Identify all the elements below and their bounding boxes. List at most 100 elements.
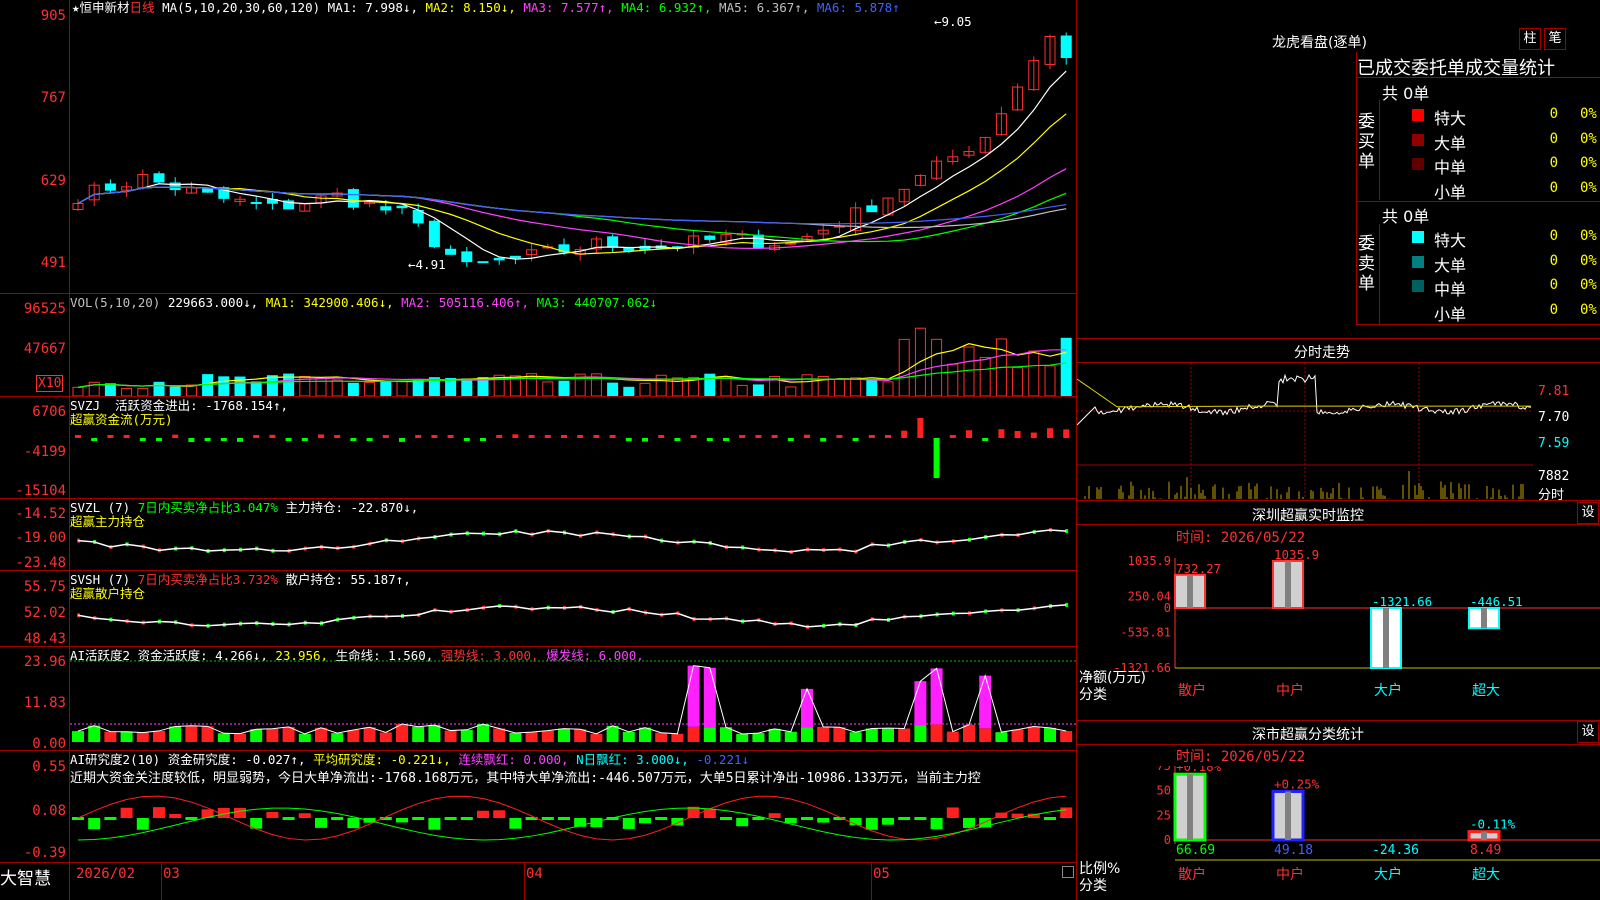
activity-bar: [590, 733, 603, 742]
volume-bar: [153, 381, 165, 396]
monitor-bar-chart[interactable]: 1035.9250.040-535.81-1321.66732.27散户1035…: [1077, 548, 1600, 700]
activity-bar: [234, 733, 246, 742]
monitor-settings-button[interactable]: 设: [1577, 502, 1599, 524]
volume-bar: [947, 363, 959, 396]
cls-axis-label: 50: [1157, 784, 1171, 798]
volume-bar: [542, 381, 554, 396]
order-size: 大单: [1434, 133, 1467, 153]
activity-bar: [784, 731, 797, 742]
activity-bar: [833, 727, 846, 742]
svzl-chart[interactable]: [70, 500, 1076, 570]
bar-shade: [1481, 831, 1487, 840]
activity-bar: [687, 726, 700, 742]
tick-mode-button[interactable]: 笔: [1544, 28, 1566, 50]
activity-bar: [1060, 731, 1073, 742]
flow-bar: [123, 434, 130, 438]
monitor-value: 732.27: [1176, 561, 1221, 576]
candlestick-chart[interactable]: [70, 16, 1076, 292]
activity-bar: [428, 725, 441, 742]
svzl-axis: -23.48: [15, 555, 66, 571]
flow-bar: [139, 438, 146, 442]
svzj-chart[interactable]: [70, 398, 1076, 498]
activity-bar: [477, 724, 489, 742]
bar-mode-button[interactable]: 柱: [1519, 28, 1541, 50]
bar-shade: [1383, 608, 1389, 668]
flow-bar: [220, 438, 227, 441]
volume-bar: [963, 346, 975, 396]
monitor-title: 深圳超赢实时监控: [1252, 508, 1364, 524]
ma-label-5: MA5: 6.367↑,: [711, 0, 810, 15]
volume-bar: [364, 381, 376, 396]
ai1-axis: 23.96: [23, 654, 66, 670]
monitor-xlabel: 分类: [1079, 687, 1107, 703]
flow-bar: [512, 434, 519, 438]
activity-bar: [412, 726, 425, 742]
research-bar: [444, 817, 457, 820]
ma-label-4: MA4: 6.932↑,: [613, 0, 712, 15]
activity-bar: [169, 726, 182, 742]
svsh-axis: 52.02: [23, 605, 66, 621]
order-pct: 0%: [1580, 155, 1597, 171]
period-label[interactable]: 日线: [130, 0, 155, 15]
order-count: 0: [1549, 106, 1558, 122]
research-bar: [558, 817, 570, 820]
activity-bar: [1044, 727, 1056, 742]
activity-bar: [266, 728, 279, 742]
vol-ma-values: MA1: 342900.406↓, MA2: 505116.406↑, MA3:…: [266, 295, 657, 310]
price-axis-label: 767: [40, 90, 66, 106]
price-axis-label: 491: [40, 255, 66, 271]
research-bar: [541, 817, 554, 820]
intraday-chart[interactable]: [1077, 363, 1533, 499]
volume-chart[interactable]: [70, 316, 1076, 396]
lock-icon[interactable]: [1062, 866, 1074, 878]
flow-bar: [1047, 428, 1053, 438]
buy-row: 大单 0 0%: [1408, 128, 1600, 153]
research-bar: [509, 818, 522, 829]
research-bar: [946, 807, 959, 818]
flow-bar: [156, 438, 162, 441]
fenshi-title: 分时走势: [1294, 345, 1350, 361]
candle: [866, 205, 878, 213]
activity-bar: [509, 732, 522, 742]
flow-bar: [787, 438, 794, 441]
cls-change: +0.25%: [1274, 776, 1320, 791]
activity-bar: [914, 725, 927, 742]
class-bar-chart[interactable]: 75 50 25 0 +0.18% 66.69 散户 +0.25% 49.18 中户 -24.36 大…: [1077, 766, 1600, 900]
flow-bar: [1030, 432, 1037, 438]
flow-bar: [366, 438, 373, 442]
activity-bar: [898, 728, 911, 742]
burst-bar: [687, 665, 700, 727]
cls-category: 大户: [1374, 866, 1402, 883]
vol-unit-badge[interactable]: X10: [36, 375, 64, 392]
fenshi-axis: 7.81: [1538, 384, 1570, 399]
activity-bar: [979, 728, 992, 742]
activity-bar: [331, 733, 344, 742]
activity-bar: [185, 725, 198, 742]
monitor-value: -1321.66: [1372, 594, 1432, 609]
flow-bar: [172, 434, 179, 438]
monitor-axis-label: 1035.9: [1128, 554, 1171, 568]
flow-bar: [237, 438, 243, 442]
volume-bar: [736, 384, 748, 396]
research-bar: [784, 818, 797, 824]
svsh-axis: 48.43: [23, 631, 66, 647]
brand-label[interactable]: 大智慧: [0, 864, 51, 889]
order-count: 0: [1549, 155, 1558, 171]
svsh-chart[interactable]: [70, 572, 1076, 646]
flow-bar: [966, 430, 972, 438]
research-bar: [412, 817, 425, 820]
cls-category: 中户: [1276, 866, 1304, 883]
cls-value: -24.36: [1372, 843, 1419, 858]
activity-bar: [444, 730, 457, 742]
ai1-chart[interactable]: [70, 648, 1076, 750]
volume-bar: [607, 382, 619, 396]
research-bar: [493, 810, 506, 818]
candle: [153, 173, 165, 183]
activity-bar: [136, 732, 149, 742]
bar-shade: [1285, 560, 1291, 608]
research-bar: [169, 813, 182, 818]
research-bar: [817, 818, 830, 823]
ai2-chart[interactable]: [70, 752, 1076, 862]
research-bar: [266, 811, 279, 818]
cls-settings-button[interactable]: 设: [1577, 721, 1599, 743]
